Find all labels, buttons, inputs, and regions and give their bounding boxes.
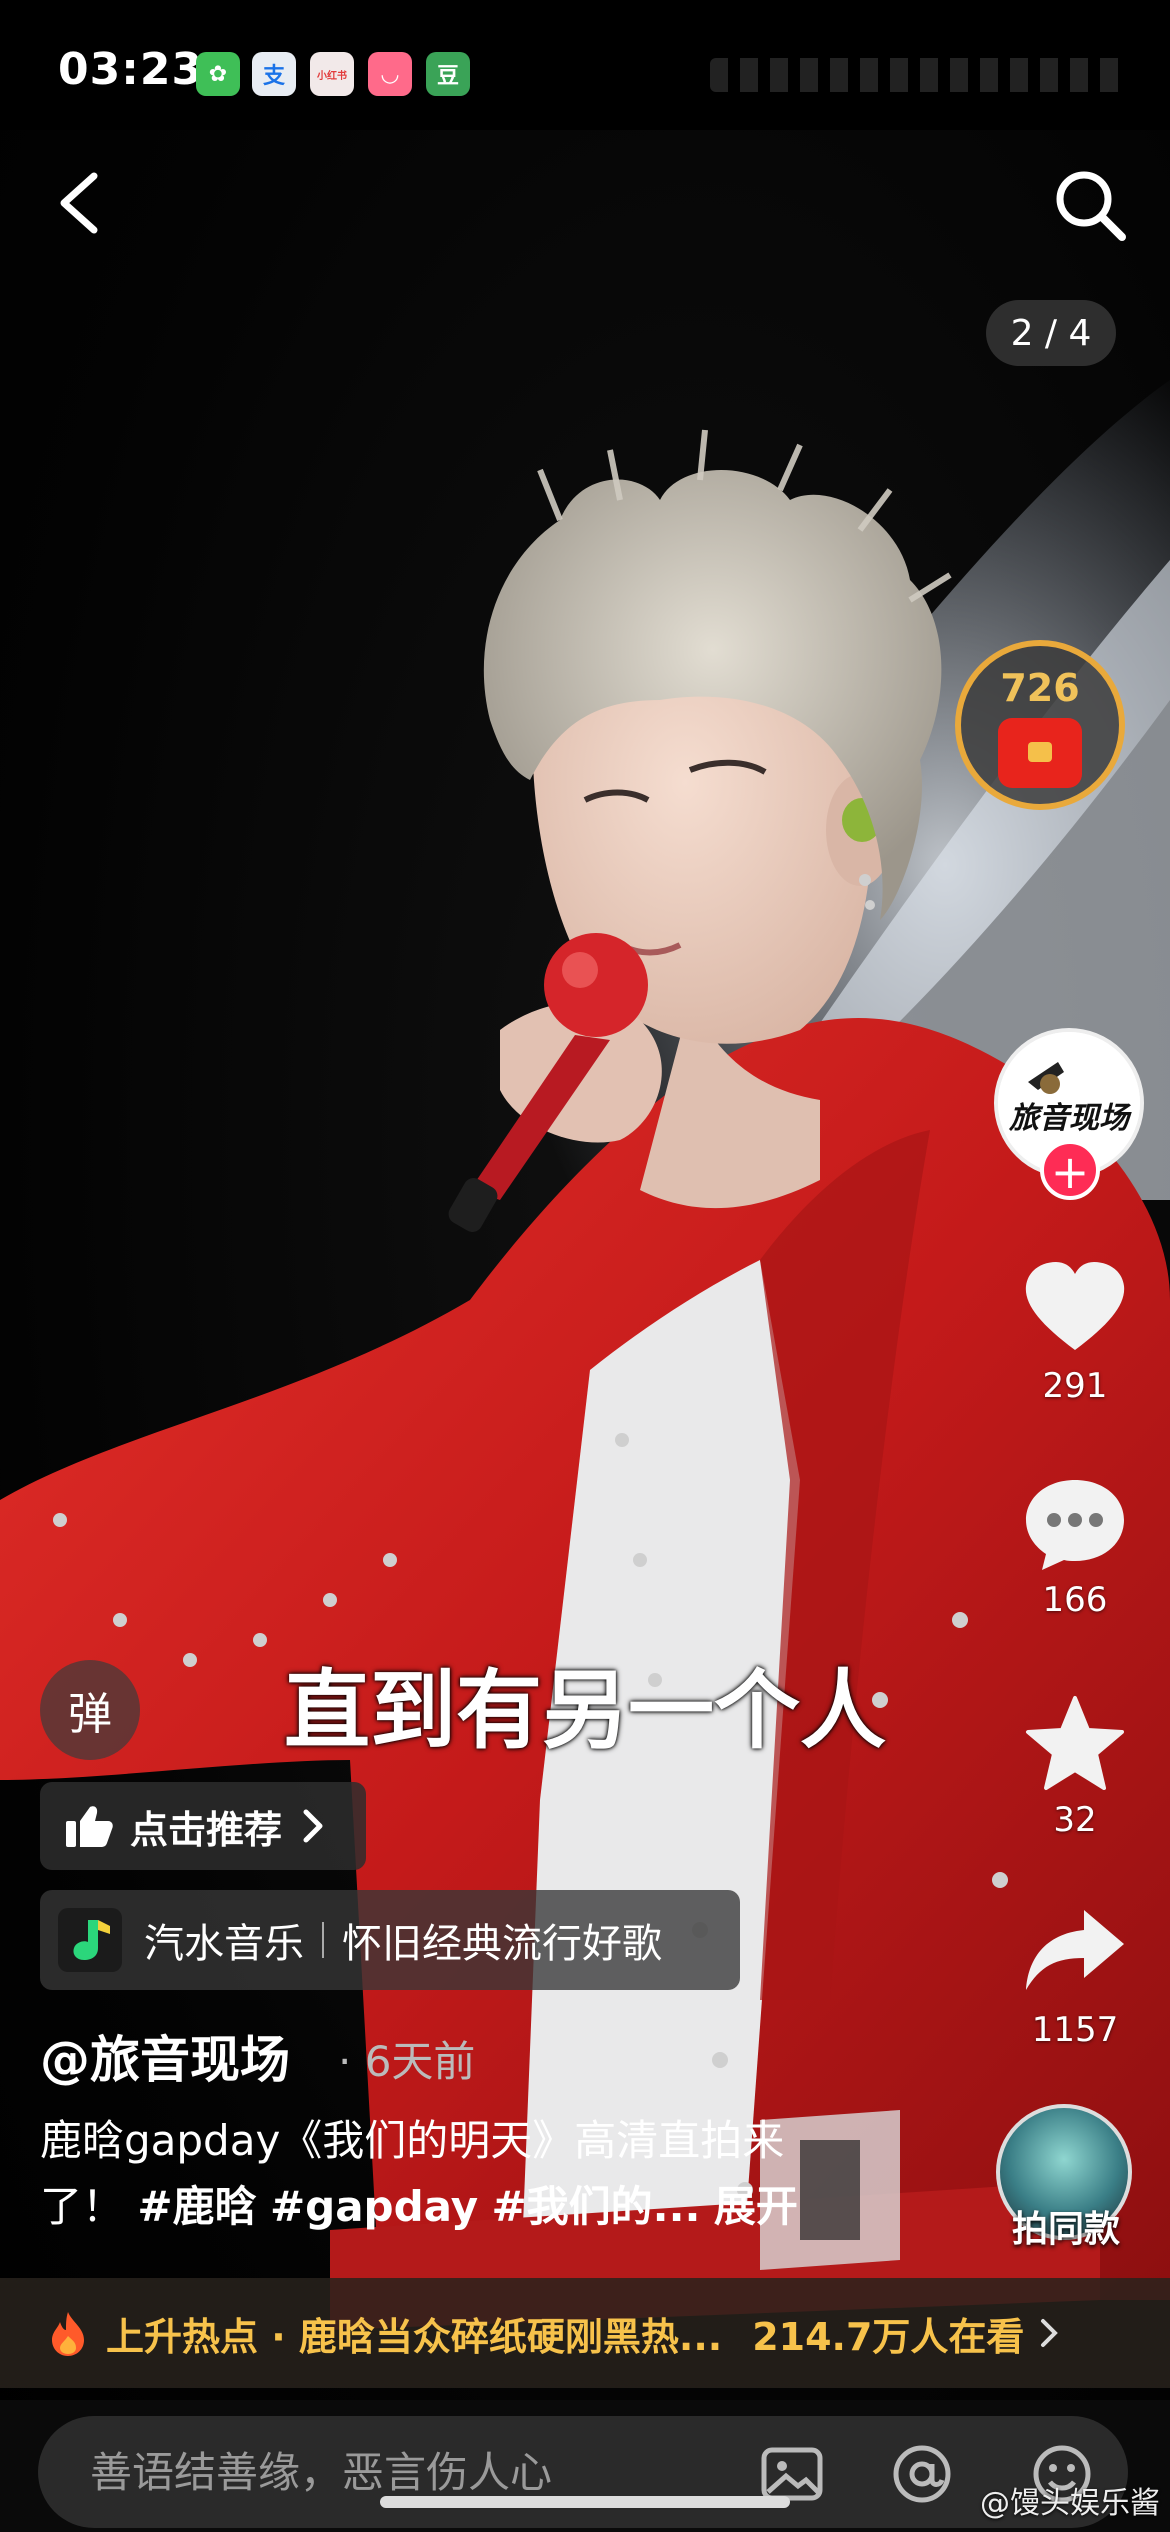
author-handle[interactable]: @旅音现场: [40, 2020, 290, 2092]
hashtag-gapday[interactable]: #gapday: [270, 2182, 478, 2231]
chevron-right-icon: [303, 1809, 323, 1843]
caption-line-1: 鹿晗gapday《我们的明天》高清直拍来: [40, 2116, 785, 2165]
comment-count: 166: [1042, 1580, 1108, 1620]
music-divider: [322, 1922, 324, 1958]
red-packet-count: 726: [1000, 666, 1080, 710]
recommend-button[interactable]: 点击推荐: [40, 1782, 366, 1870]
search-button[interactable]: [1050, 165, 1130, 245]
search-icon: [1056, 171, 1126, 241]
taobao-icon: ◡: [368, 52, 412, 96]
favorite-count: 32: [1053, 1800, 1097, 1840]
trending-bar[interactable]: 上升热点 · 鹿晗当众碎纸硬刚黑热... 214.7万人在看: [0, 2278, 1170, 2388]
share-button[interactable]: 1157: [1010, 1902, 1140, 2050]
at-icon: [893, 2445, 951, 2503]
thumbs-up-icon: [66, 1806, 113, 1847]
red-packet-widget[interactable]: 726: [955, 640, 1125, 810]
lyric-subtitle: 直到有另一个人: [284, 1661, 886, 1761]
system-status-icons: [710, 58, 1130, 92]
trending-topic: 上升热点 · 鹿晗当众碎纸硬刚黑热...: [106, 2314, 723, 2359]
chevron-right-icon: [1041, 2319, 1059, 2347]
like-count: 291: [1042, 1366, 1108, 1406]
caption-line-2: 了！ #鹿晗 #gapday #我们的... 展开: [40, 2174, 900, 2240]
share-count: 1157: [1031, 2010, 1119, 2050]
wechat-icon: ✿: [196, 52, 240, 96]
douban-icon: 豆: [426, 52, 470, 96]
recommend-label: 点击推荐: [130, 1807, 283, 1852]
comment-button[interactable]: 166: [1010, 1472, 1140, 1620]
qishui-music-icon: [58, 1908, 122, 1972]
back-button[interactable]: [52, 168, 112, 238]
music-app-name: 汽水音乐: [144, 1921, 304, 1967]
status-time: 03:23: [58, 44, 204, 95]
comment-bubble-icon: [1026, 1480, 1124, 1570]
share-arrow-icon: [1026, 1910, 1124, 1990]
svg-text:旅音现场: 旅音现场: [1008, 1101, 1132, 1136]
home-indicator[interactable]: [380, 2496, 790, 2508]
status-bar: 03:23 ✿ 支 小红书 ◡ 豆: [0, 0, 1170, 130]
chevron-left-icon: [60, 172, 98, 234]
comment-input[interactable]: [38, 2416, 1128, 2528]
follow-button[interactable]: +: [1040, 1140, 1100, 1200]
red-envelope-icon: [998, 718, 1082, 788]
trending-viewers: 214.7万人在看: [752, 2314, 1025, 2359]
caption-line-2-prefix: 了！: [40, 2182, 125, 2231]
same-style-button[interactable]: 拍同款: [996, 2104, 1136, 2254]
hashtag-luhan[interactable]: #鹿晗: [137, 2182, 256, 2231]
expand-caption-button[interactable]: 展开: [714, 2182, 798, 2231]
same-style-label: 拍同款: [1011, 2209, 1120, 2250]
music-bar[interactable]: 汽水音乐 怀旧经典流行好歌: [40, 1890, 740, 1990]
music-playlist-title: 怀旧经典流行好歌: [342, 1921, 662, 1967]
post-time: · 6天前: [338, 2037, 476, 2086]
mention-button[interactable]: [890, 2442, 954, 2506]
post-caption: 鹿晗gapday《我们的明天》高清直拍来 了！ #鹿晗 #gapday #我们的…: [40, 2108, 900, 2240]
xiaohongshu-icon: 小红书: [310, 52, 354, 96]
like-button[interactable]: 291: [1010, 1258, 1140, 1406]
hashtag-our-tomorrow[interactable]: #我们的...: [491, 2182, 700, 2231]
page-counter: 2 / 4: [986, 300, 1116, 366]
alipay-icon: 支: [252, 52, 296, 96]
fire-icon: [52, 2312, 84, 2356]
weibo-watermark: @馒头娱乐酱: [980, 2486, 1160, 2521]
heart-icon: [1025, 1262, 1125, 1350]
